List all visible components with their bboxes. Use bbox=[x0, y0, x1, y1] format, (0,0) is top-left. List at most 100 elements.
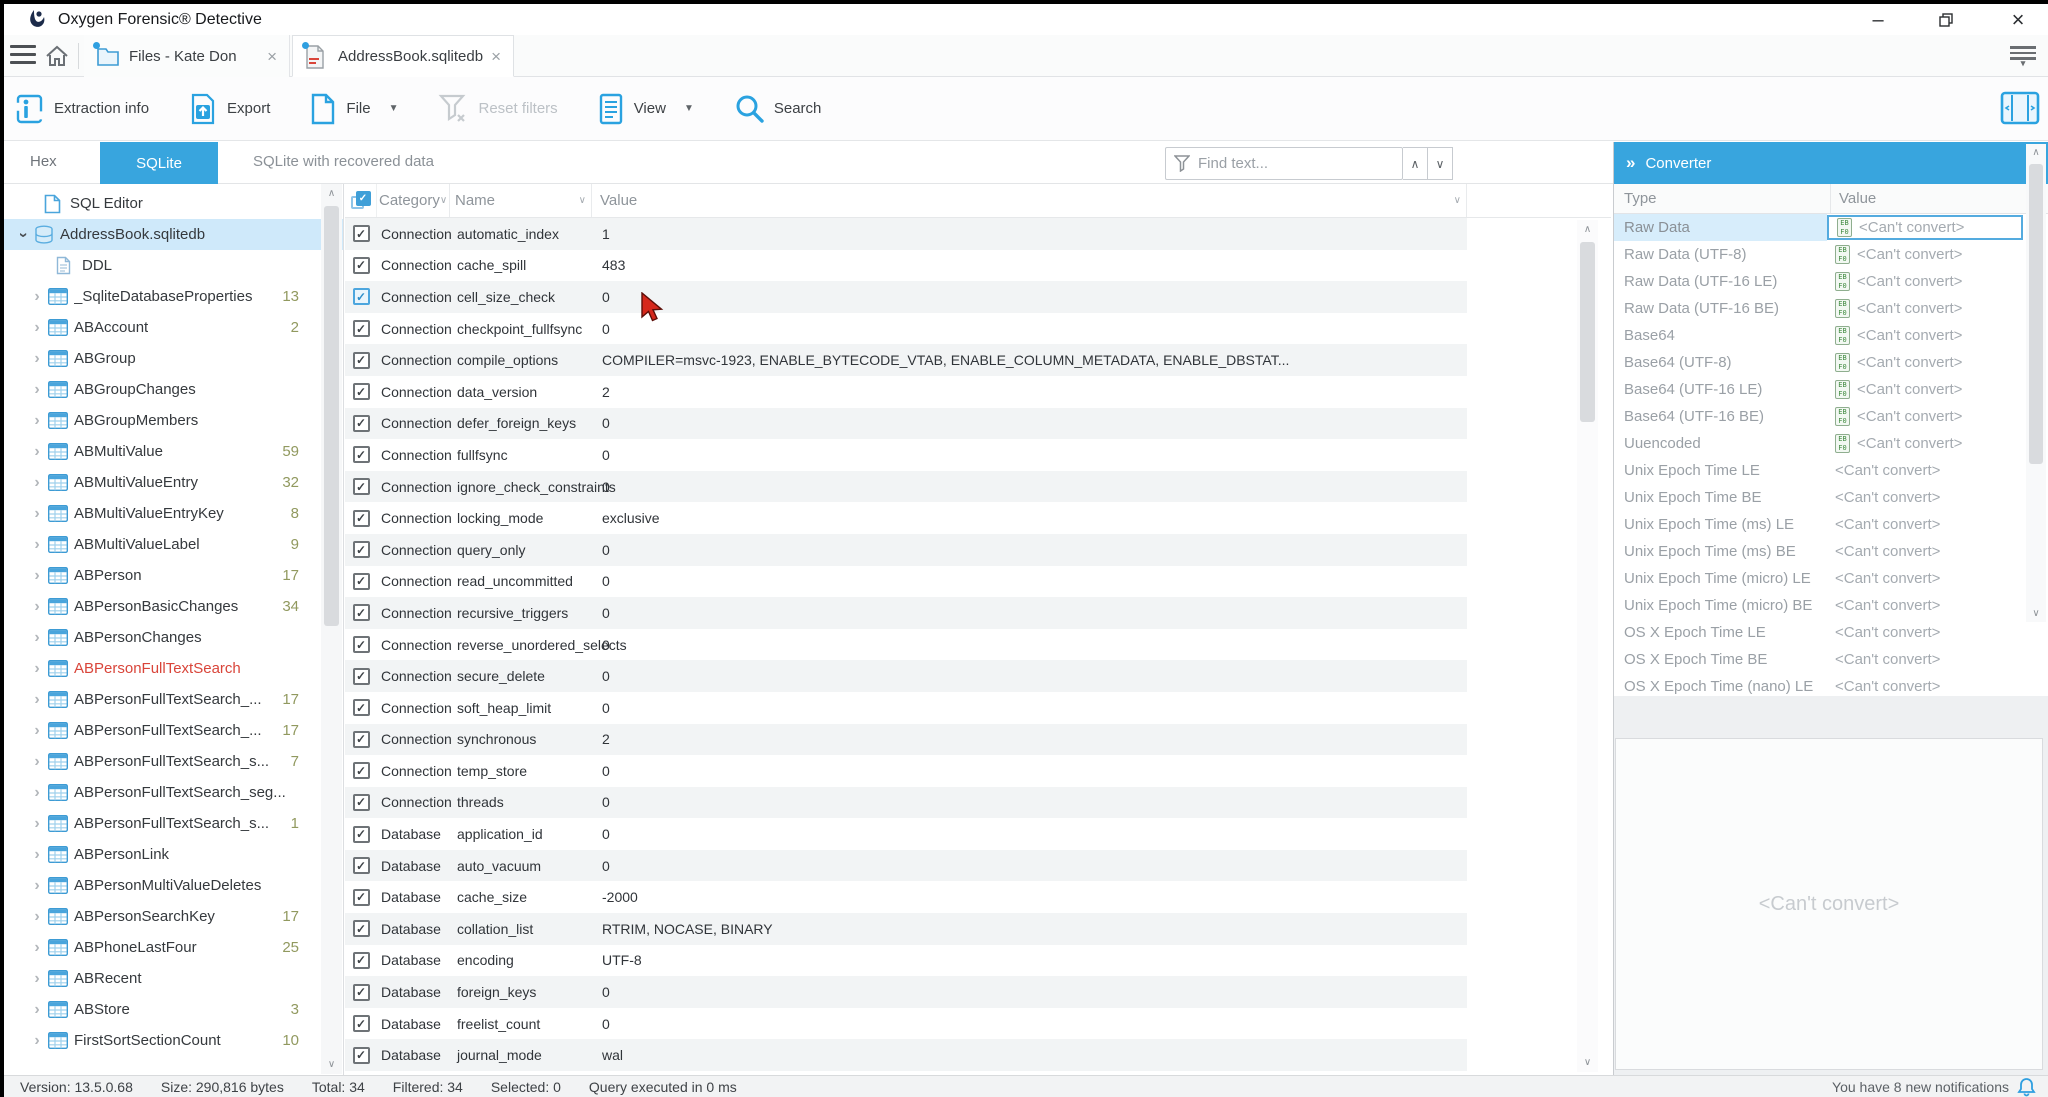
converter-row-unix-epoch-time-be[interactable]: Unix Epoch Time BE<Can't convert> bbox=[1614, 484, 2048, 511]
chevron-right-icon[interactable]: › bbox=[26, 536, 48, 554]
chevron-right-icon[interactable]: › bbox=[26, 908, 48, 926]
row-checkbox[interactable]: ✓ bbox=[353, 984, 370, 1001]
converter-row-base64[interactable]: Base64EBF0<Can't convert> bbox=[1614, 322, 2048, 349]
tree-item-sql-editor[interactable]: SQL Editor bbox=[0, 188, 343, 219]
chevron-right-icon[interactable]: › bbox=[26, 877, 48, 895]
tree-item-sqlitedatabaseproperties[interactable]: ›_SqliteDatabaseProperties13 bbox=[0, 281, 343, 312]
filter-chevron-icon[interactable]: ∨ bbox=[579, 195, 591, 206]
table-row-foreign-keys[interactable]: ✓Databaseforeign_keys0 bbox=[345, 976, 1467, 1008]
table-row-auto-vacuum[interactable]: ✓Databaseauto_vacuum0 bbox=[345, 850, 1467, 882]
row-checkbox[interactable]: ✓ bbox=[353, 257, 370, 274]
chevron-right-icon[interactable]: › bbox=[26, 319, 48, 337]
scrollbar-thumb[interactable] bbox=[1580, 242, 1595, 422]
converter-row-unix-epoch-time-le[interactable]: Unix Epoch Time LE<Can't convert> bbox=[1614, 457, 2048, 484]
column-header-value[interactable]: Value ∨ bbox=[592, 184, 1467, 217]
row-checkbox[interactable]: ✓ bbox=[353, 731, 370, 748]
tree-item-addressbook-sqlitedb[interactable]: ›AddressBook.sqlitedb bbox=[0, 219, 343, 250]
table-row-ignore-check-constraints[interactable]: ✓Connectionignore_check_constraints0 bbox=[345, 471, 1467, 503]
scroll-down-icon[interactable]: ∨ bbox=[2026, 608, 2046, 619]
converter-row-raw-data-utf-16-be[interactable]: Raw Data (UTF-16 BE)EBF0<Can't convert> bbox=[1614, 295, 2048, 322]
table-row-journal-mode[interactable]: ✓Databasejournal_modewal bbox=[345, 1039, 1467, 1071]
tree-item-abmultivalue[interactable]: ›ABMultiValue59 bbox=[0, 436, 343, 467]
table-row-soft-heap-limit[interactable]: ✓Connectionsoft_heap_limit0 bbox=[345, 692, 1467, 724]
chevron-down-icon[interactable]: › bbox=[14, 224, 32, 246]
close-tab-icon[interactable]: × bbox=[267, 48, 277, 65]
close-tab-icon[interactable]: × bbox=[491, 48, 501, 65]
table-scrollbar[interactable]: ∧ ∨ bbox=[1577, 220, 1598, 1072]
chevron-right-icon[interactable]: › bbox=[26, 660, 48, 678]
chevron-right-icon[interactable]: › bbox=[26, 474, 48, 492]
row-checkbox[interactable]: ✓ bbox=[353, 857, 370, 874]
converter-row-unix-epoch-time-micro-be[interactable]: Unix Epoch Time (micro) BE<Can't convert… bbox=[1614, 592, 2048, 619]
table-row-recursive-triggers[interactable]: ✓Connectionrecursive_triggers0 bbox=[345, 597, 1467, 629]
scrollbar-thumb[interactable] bbox=[324, 206, 339, 626]
tree-item-firstsortsectioncount[interactable]: ›FirstSortSectionCount10 bbox=[0, 1025, 343, 1056]
chevron-right-icon[interactable]: › bbox=[26, 722, 48, 740]
chevron-right-icon[interactable]: › bbox=[26, 784, 48, 802]
find-next-button[interactable]: ∨ bbox=[1428, 147, 1453, 180]
table-row-collation-list[interactable]: ✓Databasecollation_listRTRIM, NOCASE, BI… bbox=[345, 913, 1467, 945]
chevron-right-icon[interactable]: › bbox=[26, 753, 48, 771]
row-checkbox[interactable]: ✓ bbox=[353, 478, 370, 495]
row-checkbox[interactable]: ✓ bbox=[353, 288, 370, 305]
scroll-up-icon[interactable]: ∧ bbox=[321, 188, 342, 199]
table-row-cache-size[interactable]: ✓Databasecache_size-2000 bbox=[345, 881, 1467, 913]
search-button[interactable]: Search bbox=[734, 93, 822, 125]
table-row-checkpoint-fullfsync[interactable]: ✓Connectioncheckpoint_fullfsync0 bbox=[345, 313, 1467, 345]
converter-row-unix-epoch-time-ms-le[interactable]: Unix Epoch Time (ms) LE<Can't convert> bbox=[1614, 511, 2048, 538]
tab-sqlite-recovered[interactable]: SQLite with recovered data bbox=[253, 153, 434, 170]
converter-row-base64-utf-16-le[interactable]: Base64 (UTF-16 LE)EBF0<Can't convert> bbox=[1614, 376, 2048, 403]
table-row-data-version[interactable]: ✓Connectiondata_version2 bbox=[345, 376, 1467, 408]
row-checkbox[interactable]: ✓ bbox=[353, 699, 370, 716]
scroll-down-icon[interactable]: ∨ bbox=[321, 1059, 342, 1070]
scroll-down-icon[interactable]: ∨ bbox=[1577, 1057, 1598, 1068]
converter-row-unix-epoch-time-micro-le[interactable]: Unix Epoch Time (micro) LE<Can't convert… bbox=[1614, 565, 2048, 592]
tab-hex[interactable]: Hex bbox=[30, 153, 57, 170]
export-button[interactable]: Export bbox=[189, 93, 270, 125]
row-checkbox[interactable]: ✓ bbox=[353, 1047, 370, 1064]
converter-row-os-x-epoch-time-be[interactable]: OS X Epoch Time BE<Can't convert> bbox=[1614, 646, 2048, 673]
row-checkbox[interactable]: ✓ bbox=[353, 826, 370, 843]
converter-row-raw-data-utf-8[interactable]: Raw Data (UTF-8)EBF0<Can't convert> bbox=[1614, 241, 2048, 268]
chevron-right-icon[interactable]: › bbox=[26, 412, 48, 430]
find-text-input[interactable] bbox=[1198, 155, 1368, 172]
collapse-panel-icon[interactable]: » bbox=[1626, 153, 1635, 173]
chevron-right-icon[interactable]: › bbox=[26, 381, 48, 399]
filter-chevron-icon[interactable]: ∨ bbox=[1454, 195, 1466, 206]
tab-files-kate-don[interactable]: Files - Kate Don × bbox=[84, 35, 290, 77]
table-row-cache-spill[interactable]: ✓Connectioncache_spill483 bbox=[345, 250, 1467, 282]
table-row-compile-options[interactable]: ✓Connectioncompile_optionsCOMPILER=msvc-… bbox=[345, 344, 1467, 376]
chevron-right-icon[interactable]: › bbox=[26, 1032, 48, 1050]
row-checkbox[interactable]: ✓ bbox=[353, 1015, 370, 1032]
converter-header[interactable]: » Converter bbox=[1614, 142, 2048, 184]
select-all-checkbox[interactable]: ✓ bbox=[345, 184, 377, 217]
row-checkbox[interactable]: ✓ bbox=[353, 889, 370, 906]
table-row-temp-store[interactable]: ✓Connectiontemp_store0 bbox=[345, 755, 1467, 787]
scroll-up-icon[interactable]: ∧ bbox=[1577, 224, 1598, 235]
table-row-synchronous[interactable]: ✓Connectionsynchronous2 bbox=[345, 724, 1467, 756]
row-checkbox[interactable]: ✓ bbox=[353, 794, 370, 811]
tree-item-abgroupchanges[interactable]: ›ABGroupChanges bbox=[0, 374, 343, 405]
tree-item-abaccount[interactable]: ›ABAccount2 bbox=[0, 312, 343, 343]
row-checkbox[interactable]: ✓ bbox=[353, 415, 370, 432]
chevron-right-icon[interactable]: › bbox=[26, 629, 48, 647]
tree-item-abphonelastfour[interactable]: ›ABPhoneLastFour25 bbox=[0, 932, 343, 963]
scrollbar-thumb[interactable] bbox=[2029, 164, 2043, 464]
column-header-name[interactable]: Name ∨ bbox=[450, 184, 592, 217]
row-checkbox[interactable]: ✓ bbox=[353, 920, 370, 937]
tree-item-abrecent[interactable]: ›ABRecent bbox=[0, 963, 343, 994]
table-row-fullfsync[interactable]: ✓Connectionfullfsync0 bbox=[345, 439, 1467, 471]
tree-item-abpersonlink[interactable]: ›ABPersonLink bbox=[0, 839, 343, 870]
table-row-query-only[interactable]: ✓Connectionquery_only0 bbox=[345, 534, 1467, 566]
row-checkbox[interactable]: ✓ bbox=[353, 952, 370, 969]
row-checkbox[interactable]: ✓ bbox=[353, 510, 370, 527]
row-checkbox[interactable]: ✓ bbox=[353, 668, 370, 685]
converter-row-base64-utf-8[interactable]: Base64 (UTF-8)EBF0<Can't convert> bbox=[1614, 349, 2048, 376]
chevron-right-icon[interactable]: › bbox=[26, 970, 48, 988]
layout-panels-icon[interactable] bbox=[2000, 91, 2040, 130]
tree-item-abstore[interactable]: ›ABStore3 bbox=[0, 994, 343, 1025]
find-previous-button[interactable]: ∧ bbox=[1403, 147, 1428, 180]
tab-list-menu-icon[interactable]: ▾ bbox=[2008, 43, 2038, 71]
row-checkbox[interactable]: ✓ bbox=[353, 446, 370, 463]
converter-row-os-x-epoch-time-le[interactable]: OS X Epoch Time LE<Can't convert> bbox=[1614, 619, 2048, 646]
